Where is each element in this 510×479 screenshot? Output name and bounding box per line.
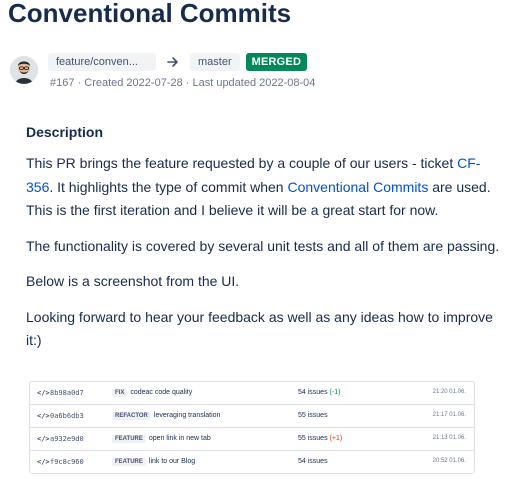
status-badge: MERGED [245,53,308,71]
table-row: </> 8b98a0d7 FIX codeac code quality 54 i… [30,382,474,405]
commit-type-tag: FEATURE [112,435,146,443]
code-icon: </> [37,389,50,397]
issues-delta: (-1) [329,389,341,396]
issue-count: 54 issues (-1) [298,389,340,396]
commit-message: FEATURE open link in new tab [112,435,211,443]
table-row: </> f9c8c960 FEATURE link to our Blog 54 … [30,451,474,473]
commit-message: FIX codeac code quality [112,389,193,397]
conventional-commits-link[interactable]: Conventional Commits [287,179,428,195]
code-icon: </> [37,458,50,466]
commit-text: codeac code quality [130,389,193,396]
commit-time: 20:52 01.06. [432,458,466,464]
issue-count: 54 issues [298,458,328,465]
description-paragraph: The functionality is covered by several … [26,237,500,254]
commit-time: 21:13 01.06. [432,435,466,441]
commit-type-tag: REFACTOR [112,412,151,420]
description-paragraph: This PR brings the feature requested by … [26,152,504,223]
pr-title: Conventional Commits [8,0,292,28]
table-row: </> 0a6b6db3 REFACTOR leveraging translat… [30,405,474,428]
commit-text: open link in new tab [148,435,211,442]
arrow-right-icon [167,57,178,67]
branch-row: feature/conven... master MERGED [48,52,308,72]
desc-text: . It highlights the type of commit when [49,178,288,195]
commit-type-tag: FEATURE [112,458,146,466]
commit-hash: f9c8c960 [50,458,84,466]
issues-text: 55 issues [298,435,328,442]
description-heading: Description [26,124,104,140]
description-paragraph: Below is a screenshot from the UI. [26,273,240,289]
issues-text: 54 issues [298,389,328,396]
source-branch[interactable]: feature/conven... [48,53,156,71]
description-paragraph: Looking forward to hear your feedback as… [26,308,493,349]
issues-delta: (+1) [329,435,343,442]
commit-time: 21:17 01.06. [432,412,466,418]
pr-meta: #167 · Created 2022-07-28 · Last updated… [50,77,316,89]
issue-count: 55 issues [298,412,328,419]
avatar-icon [10,56,38,84]
table-row: </> a932e9d0 FEATURE open link in new tab… [30,428,474,451]
commits-screenshot-table: </> 8b98a0d7 FIX codeac code quality 54 i… [29,381,475,474]
desc-text: This PR brings the feature requested by … [26,155,458,171]
commit-time: 21:20 01.06. [432,389,466,395]
commit-message: REFACTOR leveraging translation [112,412,221,420]
commit-message: FEATURE link to our Blog [112,458,196,466]
issues-text: 55 issues [298,412,328,419]
issue-count: 55 issues (+1) [298,435,342,442]
commit-type-tag: FIX [112,389,128,397]
code-icon: </> [37,412,50,420]
commit-hash: 8b98a0d7 [50,389,84,397]
commit-hash: a932e9d0 [50,435,84,443]
target-branch[interactable]: master [190,53,240,71]
commit-text: link to our Blog [148,458,196,465]
author-avatar[interactable] [10,56,38,84]
issues-text: 54 issues [298,458,328,465]
commit-text: leveraging translation [153,412,221,419]
code-icon: </> [37,435,50,443]
commit-hash: 0a6b6db3 [50,412,84,420]
description-body: This PR brings the feature requested by … [26,152,504,365]
